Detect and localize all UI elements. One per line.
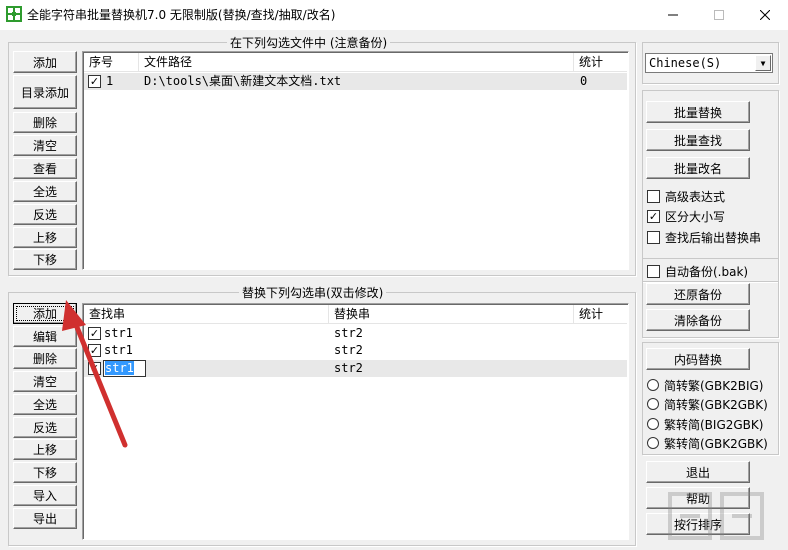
close-icon (760, 10, 770, 20)
output-replace-label: 查找后输出替换串 (665, 230, 762, 245)
invert-files-button[interactable]: 反选 (13, 204, 77, 225)
move-file-down-button[interactable]: 下移 (13, 249, 77, 270)
file-list[interactable]: 序号 文件路径 统计 ✓ 1 D:\tools\桌面\新建文本文档.txt 0 (82, 51, 629, 270)
restore-backup-button[interactable]: 还原备份 (646, 283, 750, 305)
language-value: Chinese(S) (649, 56, 722, 70)
exit-button[interactable]: 退出 (646, 461, 750, 483)
file-row-index: 1 (106, 74, 114, 88)
clear-backup-button[interactable]: 清除备份 (646, 309, 750, 331)
radio-option[interactable]: 繁转简(GBK2GBK) (647, 435, 768, 451)
radio-label: 繁转简(GBK2GBK) (664, 436, 768, 451)
add-file-button[interactable]: 添加 (13, 51, 77, 73)
radio-button[interactable] (647, 398, 659, 410)
select-all-files-button[interactable]: 全选 (13, 181, 77, 202)
case-sensitive-label: 区分大小写 (665, 209, 726, 224)
pattern-row-replace: str2 (334, 343, 363, 357)
annotation-arrow (62, 300, 128, 448)
col-pattern-count[interactable]: 统计 (574, 305, 628, 324)
move-pattern-down-button[interactable]: 下移 (13, 462, 77, 483)
pattern-row[interactable]: ✓ str1 str2 (84, 342, 627, 359)
clear-files-button[interactable]: 清空 (13, 135, 77, 156)
title-bar: 全能字符串批量替换机7.0 无限制版(替换/查找/抽取/改名) (0, 0, 788, 30)
watermark-logo (668, 492, 764, 540)
file-row-path: D:\tools\桌面\新建文本文档.txt (144, 74, 342, 88)
files-group-title: 在下列勾选文件中 (注意备份) (227, 34, 391, 51)
radio-option[interactable]: 繁转简(BIG2GBK) (647, 416, 763, 432)
radio-button[interactable] (647, 437, 659, 449)
auto-backup-label: 自动备份(.bak) (665, 264, 749, 279)
file-row-count: 0 (580, 74, 588, 88)
col-index[interactable]: 序号 (84, 53, 139, 72)
import-button[interactable]: 导入 (13, 485, 77, 506)
delete-file-button[interactable]: 删除 (13, 112, 77, 133)
file-row-checkbox[interactable]: ✓ (88, 75, 101, 88)
radio-label: 繁转简(BIG2GBK) (664, 417, 764, 432)
col-replace[interactable]: 替换串 (329, 305, 574, 324)
col-count[interactable]: 统计 (574, 53, 628, 72)
col-path[interactable]: 文件路径 (139, 53, 574, 72)
language-select[interactable]: Chinese(S) ▼ (645, 53, 773, 73)
radio-option[interactable]: 简转繁(GBK2GBK) (647, 396, 768, 412)
client-area: 在下列勾选文件中 (注意备份) 添加 目录添加 删除 清空 查看 全选 反选 上… (0, 30, 788, 550)
minimize-icon (668, 14, 678, 16)
auto-backup-checkbox[interactable] (647, 264, 660, 278)
batch-rename-button[interactable]: 批量改名 (646, 157, 750, 179)
pattern-row-replace: str2 (334, 326, 363, 340)
export-button[interactable]: 导出 (13, 508, 77, 529)
replace-group-title: 替换下列勾选串(双击修改) (239, 284, 387, 301)
minimize-button[interactable] (650, 0, 696, 30)
case-sensitive-option[interactable]: ✓ 区分大小写 (647, 208, 725, 224)
pattern-row[interactable]: ✓ str1 str2 (84, 360, 627, 377)
auto-backup-option[interactable]: 自动备份(.bak) (647, 263, 748, 279)
charset-replace-button[interactable]: 内码替换 (646, 348, 750, 370)
window-title: 全能字符串批量替换机7.0 无限制版(替换/查找/抽取/改名) (27, 8, 336, 22)
pattern-list-header: 查找串 替换串 统计 (84, 305, 627, 324)
chevron-down-icon[interactable]: ▼ (755, 55, 771, 71)
batch-find-button[interactable]: 批量查找 (646, 129, 750, 151)
view-file-button[interactable]: 查看 (13, 158, 77, 179)
move-file-up-button[interactable]: 上移 (13, 227, 77, 248)
maximize-icon (714, 10, 724, 20)
maximize-button[interactable] (696, 0, 742, 30)
output-replace-option[interactable]: 查找后输出替换串 (647, 229, 761, 245)
radio-label: 简转繁(GBK2BIG) (664, 378, 764, 393)
add-directory-button[interactable]: 目录添加 (13, 75, 77, 109)
close-button[interactable] (742, 0, 788, 30)
advanced-regex-checkbox[interactable] (647, 189, 660, 203)
radio-button[interactable] (647, 379, 659, 391)
file-list-header: 序号 文件路径 统计 (84, 53, 627, 72)
pattern-row-replace: str2 (334, 361, 363, 375)
pattern-row[interactable]: ✓ str1 str2 (84, 325, 627, 342)
file-row[interactable]: ✓ 1 D:\tools\桌面\新建文本文档.txt 0 (84, 73, 627, 90)
case-sensitive-checkbox[interactable]: ✓ (647, 209, 660, 223)
radio-option[interactable]: 简转繁(GBK2BIG) (647, 377, 763, 393)
output-replace-checkbox[interactable] (647, 230, 660, 244)
advanced-regex-option[interactable]: 高级表达式 (647, 188, 725, 204)
radio-label: 简转繁(GBK2GBK) (664, 397, 768, 412)
radio-button[interactable] (647, 418, 659, 430)
pattern-list[interactable]: 查找串 替换串 统计 ✓ str1 str2 ✓ str1 str2 ✓ str… (82, 303, 629, 540)
batch-replace-button[interactable]: 批量替换 (646, 101, 750, 123)
advanced-regex-label: 高级表达式 (665, 189, 726, 204)
app-icon (6, 6, 22, 22)
